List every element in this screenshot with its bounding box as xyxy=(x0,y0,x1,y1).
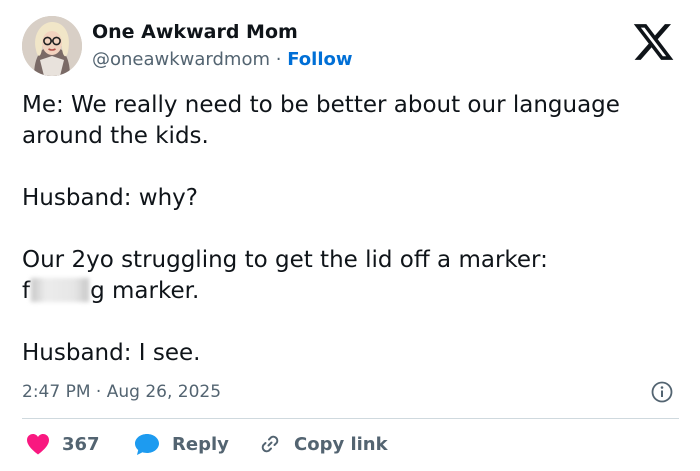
handle-line: @oneawkwardmom · Follow xyxy=(92,48,353,72)
copy-link-label: Copy link xyxy=(294,433,388,455)
tweet-date: Aug 26, 2025 xyxy=(106,382,222,402)
like-count: 367 xyxy=(62,433,100,455)
tweet-paragraph-with-censor: Our 2yo struggling to get the lid off a … xyxy=(22,245,672,307)
display-name[interactable]: One Awkward Mom xyxy=(92,20,353,44)
avatar[interactable] xyxy=(22,16,82,76)
tweet-paragraph: Husband: I see. xyxy=(22,340,201,366)
handle[interactable]: @oneawkwardmom xyxy=(92,49,270,70)
censored-prefix: f xyxy=(22,278,31,304)
x-logo-icon[interactable] xyxy=(631,20,676,64)
tweet-card: One Awkward Mom @oneawkwardmom · Follow … xyxy=(0,0,700,471)
reply-button[interactable]: Reply xyxy=(134,430,229,458)
info-icon[interactable] xyxy=(650,380,674,404)
tweet-text: Me: We really need to be better about ou… xyxy=(22,90,672,369)
censored-suffix: g marker. xyxy=(90,278,200,304)
reply-bubble-icon xyxy=(134,432,160,456)
separator-dot: · xyxy=(275,49,282,70)
tweet-paragraph: Me: We really need to be better about ou… xyxy=(22,92,620,149)
tweet-paragraph: Husband: why? xyxy=(22,185,198,211)
author-info: One Awkward Mom @oneawkwardmom · Follow xyxy=(92,20,353,72)
heart-icon xyxy=(26,433,50,455)
action-bar: 367 Reply Copy link xyxy=(22,430,682,458)
like-button[interactable]: 367 xyxy=(26,430,100,458)
censor-blur xyxy=(31,278,90,302)
divider xyxy=(22,418,679,419)
reply-label: Reply xyxy=(172,433,229,455)
link-icon xyxy=(258,432,282,456)
timestamp-separator: · xyxy=(95,382,102,402)
follow-button[interactable]: Follow xyxy=(287,49,352,70)
tweet-time: 2:47 PM xyxy=(22,382,91,402)
tweet-line: Our 2yo struggling to get the lid off a … xyxy=(22,247,548,273)
timestamp[interactable]: 2:47 PM · Aug 26, 2025 xyxy=(22,380,221,404)
copy-link-button[interactable]: Copy link xyxy=(258,430,388,458)
